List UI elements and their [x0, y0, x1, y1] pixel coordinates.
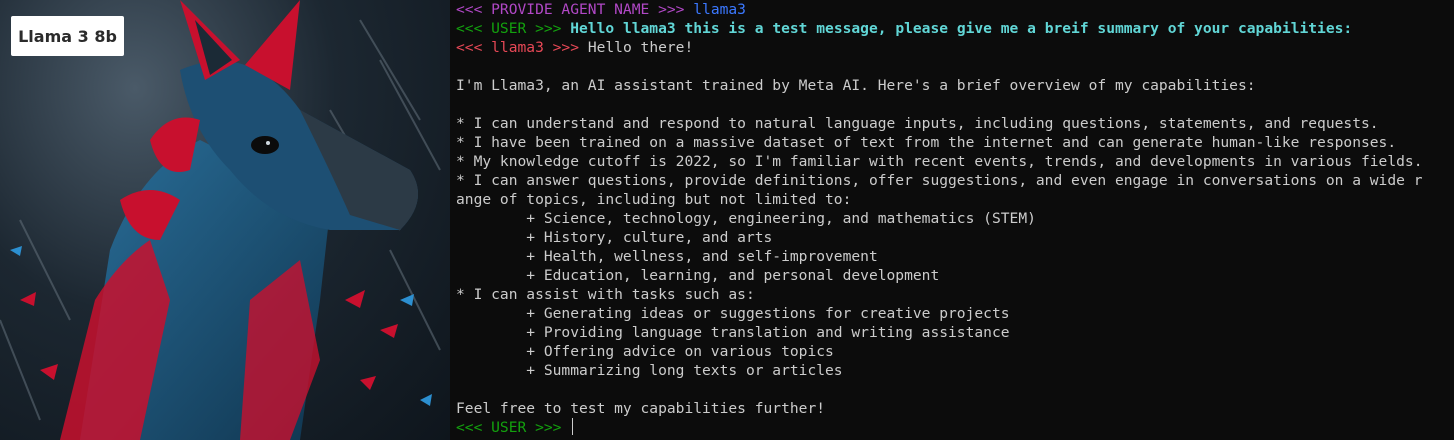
response-line: * I can understand and respond to natura… — [456, 115, 1379, 132]
user-message-text: Hello llama3 this is a test message, ple… — [570, 20, 1353, 37]
llm-response-first: Hello there! — [587, 39, 694, 56]
user-message-line: <<< USER >>> Hello llama3 this is a test… — [456, 19, 1454, 38]
user-input-prompt: <<< USER >>> — [456, 419, 562, 436]
llm-prompt: <<< llama3 >>> — [456, 39, 580, 56]
response-line: + Providing language translation and wri… — [456, 324, 1010, 341]
model-badge-label: Llama 3 8b — [18, 26, 117, 46]
agent-name-value: llama3 — [693, 1, 746, 18]
response-line: I'm Llama3, an AI assistant trained by M… — [456, 77, 1256, 94]
response-line: + Offering advice on various topics — [456, 343, 834, 360]
response-line — [456, 95, 1454, 114]
response-line: Feel free to test my capabilities furthe… — [456, 400, 826, 417]
terminal-output: <<< PROVIDE AGENT NAME >>> llama3 <<< US… — [450, 0, 1454, 437]
response-line: + Education, learning, and personal deve… — [456, 267, 940, 284]
model-badge: Llama 3 8b — [11, 16, 124, 56]
llm-response-body: I'm Llama3, an AI assistant trained by M… — [456, 57, 1454, 418]
response-line: + Health, wellness, and self-improvement — [456, 248, 878, 265]
response-line: + History, culture, and arts — [456, 229, 773, 246]
llm-response-first-line: <<< llama3 >>> Hello there! — [456, 38, 1454, 57]
agent-name-prompt: <<< PROVIDE AGENT NAME >>> — [456, 1, 685, 18]
response-line: ange of topics, including but not limite… — [456, 191, 852, 208]
response-line: + Science, technology, engineering, and … — [456, 210, 1036, 227]
response-line: * My knowledge cutoff is 2022, so I'm fa… — [456, 153, 1423, 170]
response-line — [456, 380, 1454, 399]
response-line: + Summarizing long texts or articles — [456, 362, 843, 379]
input-prompt-line[interactable]: <<< USER >>> — [456, 418, 1454, 437]
response-line: + Generating ideas or suggestions for cr… — [456, 305, 1010, 322]
text-cursor[interactable] — [572, 418, 574, 435]
response-line: * I can answer questions, provide defini… — [456, 172, 1423, 189]
llama-artwork: Llama 3 8b — [0, 0, 450, 440]
response-line — [456, 57, 1454, 76]
response-line: * I have been trained on a massive datas… — [456, 134, 1397, 151]
agent-name-line: <<< PROVIDE AGENT NAME >>> llama3 — [456, 0, 1454, 19]
terminal-window[interactable]: <<< PROVIDE AGENT NAME >>> llama3 <<< US… — [450, 0, 1454, 440]
user-prompt: <<< USER >>> — [456, 20, 562, 37]
response-line: * I can assist with tasks such as: — [456, 286, 755, 303]
llama-illustration — [0, 0, 441, 440]
